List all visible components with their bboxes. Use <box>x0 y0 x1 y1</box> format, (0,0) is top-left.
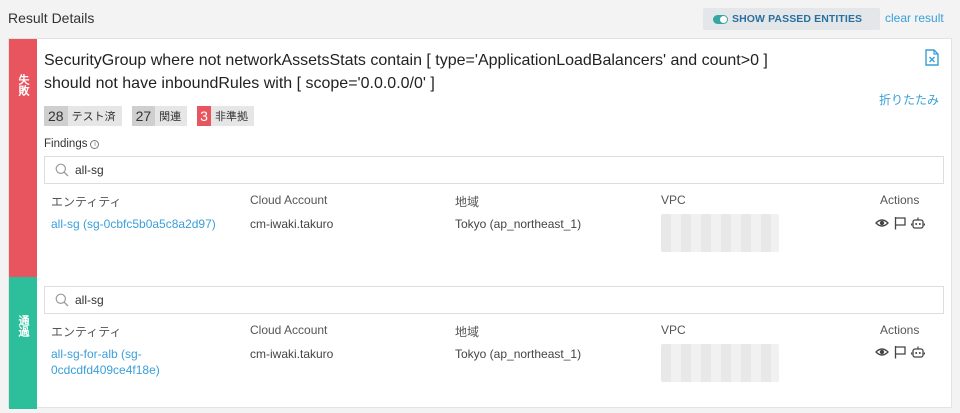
passed-entity-link[interactable]: all-sg-for-alb (sg-0cdcdfd409ce4f18e) <box>51 346 191 378</box>
failed-col-vpc: VPC <box>661 193 686 207</box>
failed-status-strip: 失敗 <box>9 39 37 277</box>
failed-search-box[interactable] <box>44 156 944 184</box>
tested-count: 28 <box>44 106 68 126</box>
passed-actions <box>875 345 925 359</box>
related-count: 27 <box>131 106 156 126</box>
collapse-link[interactable]: 折りたたみ <box>879 91 939 108</box>
findings-text: Findings <box>44 138 88 150</box>
passed-region: Tokyo (ap_northeast_1) <box>455 347 582 361</box>
findings-label: Findings i <box>44 138 100 150</box>
noncompliant-count: 3 <box>197 106 211 126</box>
document-icon[interactable] <box>925 49 939 66</box>
related-stat: 27 関連 <box>131 106 188 126</box>
failed-status-label: 失敗 <box>17 74 29 96</box>
eye-icon[interactable] <box>875 345 889 359</box>
failed-account: cm-iwaki.takuro <box>250 217 334 231</box>
rule-text: SecurityGroup where not networkAssetsSta… <box>44 49 874 95</box>
passed-col-entity: エンティティ <box>51 325 122 339</box>
failed-col-actions: Actions <box>880 193 920 207</box>
info-icon[interactable]: i <box>90 140 100 149</box>
result-panel: 失敗 通過 SecurityGroup where not networkAss… <box>8 38 952 409</box>
flag-icon[interactable] <box>893 216 907 230</box>
passed-search-box[interactable] <box>44 286 944 314</box>
bot-icon[interactable] <box>911 216 925 230</box>
show-passed-entities-toggle[interactable]: SHOW PASSED ENTITIES <box>703 8 880 30</box>
tested-stat: 28 テスト済 <box>44 106 122 126</box>
related-label: 関連 <box>155 106 188 126</box>
passed-search-input[interactable] <box>75 293 875 307</box>
rule-line-2: should not have inboundRules with [ scop… <box>44 75 435 92</box>
stats-row: 28 テスト済 27 関連 3 非準拠 <box>44 106 254 126</box>
passed-col-vpc: VPC <box>661 323 686 337</box>
clear-result-link[interactable]: clear result <box>885 11 944 25</box>
noncompliant-stat: 3 非準拠 <box>197 106 254 126</box>
search-icon <box>55 163 69 177</box>
eye-icon[interactable] <box>875 216 889 230</box>
toggle-icon <box>713 14 728 24</box>
failed-region: Tokyo (ap_northeast_1) <box>455 217 582 231</box>
passed-status-label: 通過 <box>17 315 29 337</box>
passed-col-actions: Actions <box>880 323 920 337</box>
passed-status-strip: 通過 <box>9 277 37 409</box>
failed-search-input[interactable] <box>75 163 875 177</box>
flag-icon[interactable] <box>893 345 907 359</box>
rule-line-1: SecurityGroup where not networkAssetsSta… <box>44 52 768 69</box>
page-title: Result Details <box>8 10 95 26</box>
passed-vpc-redacted <box>661 344 779 382</box>
noncompliant-label: 非準拠 <box>210 106 254 126</box>
search-icon <box>55 293 69 307</box>
failed-col-account: Cloud Account <box>250 193 328 207</box>
failed-vpc-redacted <box>661 214 779 252</box>
passed-col-region: 地域 <box>455 325 480 339</box>
failed-actions <box>875 216 925 230</box>
failed-col-entity: エンティティ <box>51 195 122 209</box>
show-passed-entities-label: SHOW PASSED ENTITIES <box>732 13 863 25</box>
passed-account: cm-iwaki.takuro <box>250 347 334 361</box>
result-header: Result Details SHOW PASSED ENTITIES clea… <box>0 0 960 38</box>
failed-entity-link[interactable]: all-sg (sg-0cbfc5b0a5c8a2d97) <box>51 216 241 232</box>
failed-col-region: 地域 <box>455 195 480 209</box>
bot-icon[interactable] <box>911 345 925 359</box>
passed-col-account: Cloud Account <box>250 323 328 337</box>
tested-label: テスト済 <box>67 106 122 126</box>
